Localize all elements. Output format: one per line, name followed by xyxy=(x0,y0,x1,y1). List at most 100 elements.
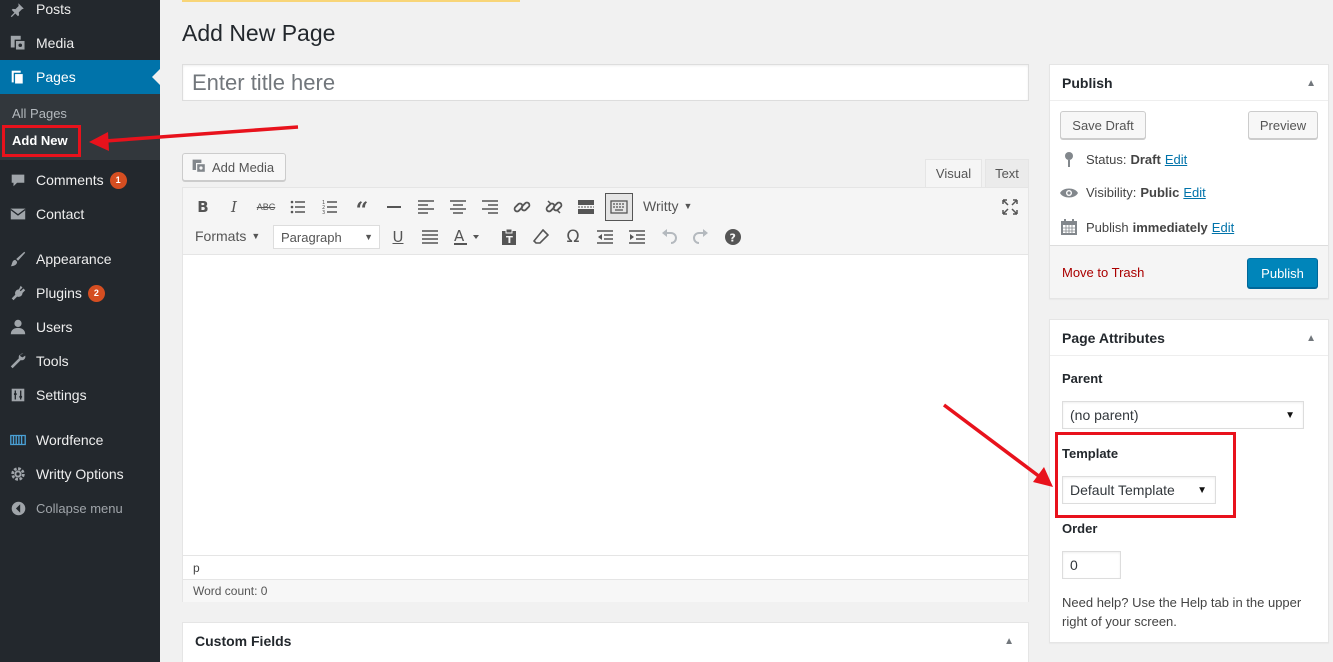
text-color-icon[interactable]: A xyxy=(450,225,486,249)
sidebar-item-pages[interactable]: Pages xyxy=(0,60,160,94)
help-icon[interactable]: ? xyxy=(721,225,745,249)
word-count: Word count: 0 xyxy=(183,579,1028,602)
user-icon xyxy=(0,318,36,336)
svg-text:A: A xyxy=(454,228,465,245)
link-icon[interactable] xyxy=(510,195,534,219)
align-right-icon[interactable] xyxy=(478,195,502,219)
pin-icon xyxy=(0,0,36,18)
settings-icon xyxy=(0,386,36,404)
chevron-down-icon: ▼ xyxy=(1285,409,1295,421)
read-more-icon[interactable] xyxy=(574,195,598,219)
page-title: Add New Page xyxy=(182,20,336,46)
template-label: Template xyxy=(1062,446,1119,461)
special-character-icon[interactable]: Ω xyxy=(561,225,585,249)
edit-visibility-link[interactable]: Edit xyxy=(1183,185,1205,200)
order-input[interactable] xyxy=(1062,551,1121,579)
horizontal-line-icon[interactable] xyxy=(382,195,406,219)
submenu-item-all-pages[interactable]: All Pages xyxy=(12,106,67,121)
page-attributes-header: Page Attributes ▲ xyxy=(1050,320,1328,356)
writty-dropdown[interactable]: Writty ▼ xyxy=(643,198,692,214)
brush-icon xyxy=(0,250,36,268)
align-center-icon[interactable] xyxy=(446,195,470,219)
comment-icon xyxy=(0,171,36,189)
parent-select[interactable]: (no parent) ▼ xyxy=(1062,401,1304,429)
paragraph-select[interactable]: Paragraph ▼ xyxy=(273,225,380,249)
toolbar-toggle-icon[interactable] xyxy=(605,193,633,221)
chevron-up-icon[interactable]: ▲ xyxy=(1004,636,1014,647)
svg-text:?: ? xyxy=(730,232,736,245)
collapse-menu-button[interactable]: Collapse menu xyxy=(0,491,160,525)
undo-icon[interactable] xyxy=(657,225,681,249)
formats-dropdown[interactable]: Formats ▼ xyxy=(195,228,260,244)
parent-value: (no parent) xyxy=(1070,407,1139,423)
sidebar-item-label: Contact xyxy=(36,206,85,222)
sidebar-item-label: Settings xyxy=(36,387,87,403)
svg-text:3: 3 xyxy=(322,210,325,215)
custom-fields-box: Custom Fields ▲ xyxy=(182,622,1029,662)
sidebar-item-posts[interactable]: Posts xyxy=(0,0,160,26)
sidebar-item-label: Appearance xyxy=(36,251,112,267)
eye-icon xyxy=(1060,187,1078,199)
status-label: Status: xyxy=(1086,151,1127,167)
add-media-button[interactable]: Add Media xyxy=(182,153,286,181)
sidebar-item-users[interactable]: Users xyxy=(0,310,160,344)
chevron-down-icon: ▼ xyxy=(251,231,261,241)
chevron-down-icon: ▼ xyxy=(364,232,373,242)
content-editor: B I ABC 123 “ Writty ▼ Formats ▼ Paragra… xyxy=(182,187,1029,602)
template-select[interactable]: Default Template ▼ xyxy=(1062,476,1216,504)
tab-text[interactable]: Text xyxy=(985,159,1029,187)
bold-icon[interactable]: B xyxy=(191,195,215,219)
sidebar-item-settings[interactable]: Settings xyxy=(0,378,160,412)
comment-count-badge: 1 xyxy=(109,171,127,189)
italic-icon[interactable]: I xyxy=(222,195,246,219)
preview-button[interactable]: Preview xyxy=(1248,111,1318,139)
edit-publish-time-link[interactable]: Edit xyxy=(1212,220,1234,235)
strikethrough-icon[interactable]: ABC xyxy=(254,195,278,219)
underline-icon[interactable]: U xyxy=(386,225,410,249)
justify-icon[interactable] xyxy=(418,225,442,249)
sidebar-item-appearance[interactable]: Appearance xyxy=(0,242,160,276)
numbered-list-icon[interactable]: 123 xyxy=(318,195,342,219)
unlink-icon[interactable] xyxy=(542,195,566,219)
sidebar-item-comments[interactable]: Comments 1 xyxy=(0,163,160,197)
pin-icon xyxy=(1060,151,1078,167)
submenu-item-add-new[interactable]: Add New xyxy=(12,133,68,148)
sidebar-item-plugins[interactable]: Plugins 2 xyxy=(0,276,160,310)
tab-visual[interactable]: Visual xyxy=(925,159,982,187)
sidebar-item-writty-options[interactable]: Writty Options xyxy=(0,457,160,491)
outdent-icon[interactable] xyxy=(593,225,617,249)
sidebar-item-contact[interactable]: Contact xyxy=(0,197,160,231)
formats-label: Formats xyxy=(195,228,247,244)
move-to-trash-link[interactable]: Move to Trash xyxy=(1062,265,1144,280)
chevron-up-icon[interactable]: ▲ xyxy=(1306,78,1316,89)
media-icon xyxy=(0,34,36,52)
clear-formatting-icon[interactable] xyxy=(529,225,553,249)
parent-label: Parent xyxy=(1062,371,1103,386)
edit-status-link[interactable]: Edit xyxy=(1165,152,1187,167)
sidebar-item-media[interactable]: Media xyxy=(0,26,160,60)
svg-text:T: T xyxy=(506,235,513,245)
paste-text-icon[interactable]: T xyxy=(497,225,521,249)
fullscreen-icon[interactable] xyxy=(998,195,1022,219)
blockquote-icon[interactable]: “ xyxy=(350,195,374,224)
save-draft-button[interactable]: Save Draft xyxy=(1060,111,1146,139)
publish-box-header: Publish ▲ xyxy=(1050,65,1328,101)
chevron-up-icon[interactable]: ▲ xyxy=(1306,333,1316,344)
collapse-icon xyxy=(0,500,36,517)
sidebar-item-label: Comments xyxy=(36,172,104,188)
add-media-icon xyxy=(191,158,207,177)
page-attributes-box: Page Attributes ▲ Parent (no parent) ▼ T… xyxy=(1049,319,1329,643)
sidebar-item-label: Users xyxy=(36,319,73,335)
sidebar-item-tools[interactable]: Tools xyxy=(0,344,160,378)
sidebar-item-wordfence[interactable]: Wordfence xyxy=(0,423,160,457)
editor-content-area[interactable] xyxy=(183,255,1028,555)
redo-icon[interactable] xyxy=(689,225,713,249)
indent-icon[interactable] xyxy=(625,225,649,249)
publish-button[interactable]: Publish xyxy=(1247,258,1318,288)
publish-box: Publish ▲ Save Draft Preview Status: Dra… xyxy=(1049,64,1329,299)
align-left-icon[interactable] xyxy=(414,195,438,219)
current-indicator xyxy=(152,69,160,85)
bullet-list-icon[interactable] xyxy=(286,195,310,219)
publish-time-row: Publish immediately Edit xyxy=(1060,219,1234,235)
post-title-input[interactable] xyxy=(182,64,1029,101)
